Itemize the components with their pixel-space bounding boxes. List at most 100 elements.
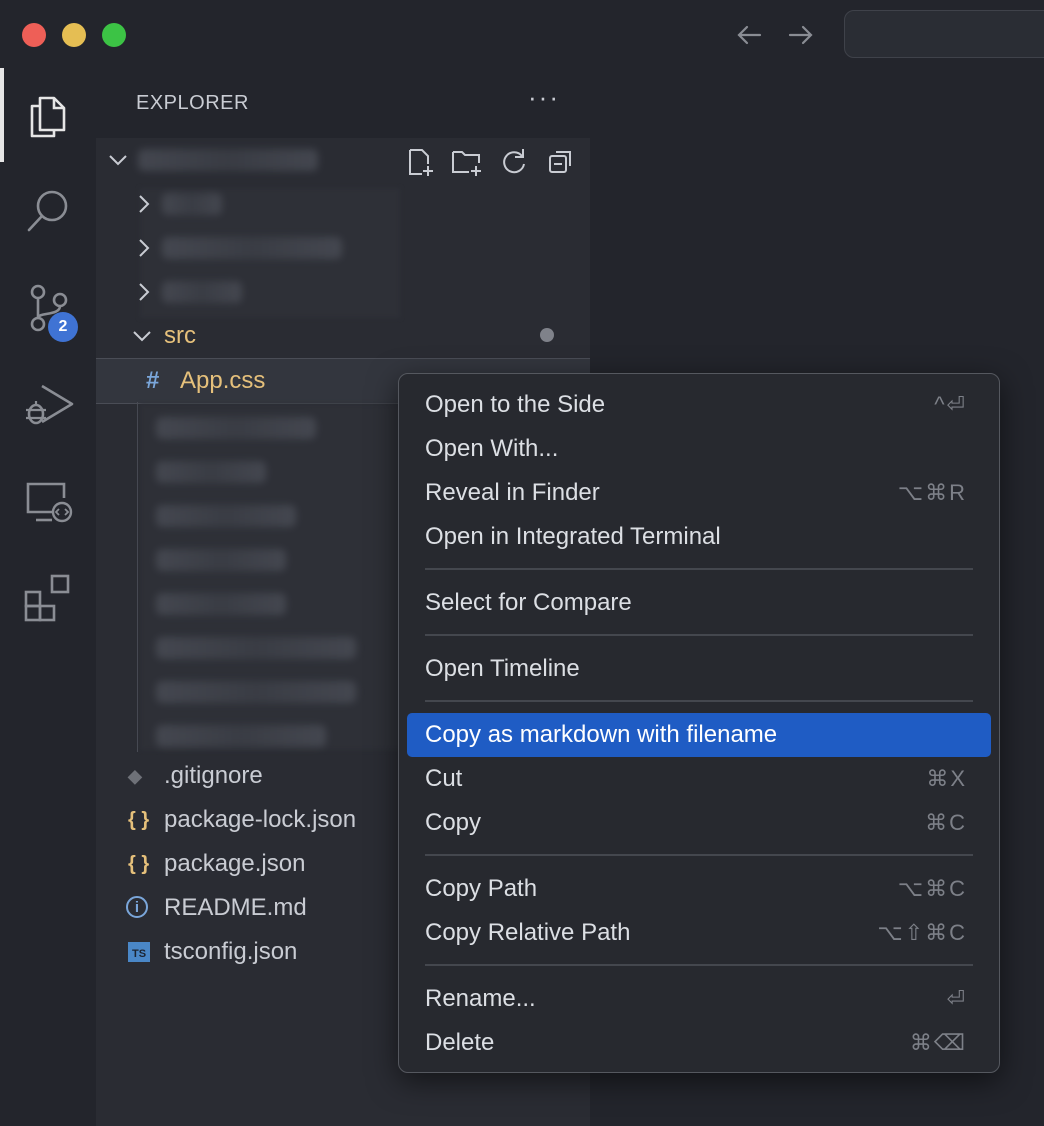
menu-item-label: Rename... [425,985,536,1012]
typescript-icon: TS [128,942,150,962]
json-icon: { } [128,809,150,831]
folder-row[interactable] [96,270,590,314]
chevron-down-icon [133,331,151,342]
run-debug-activity-button[interactable] [0,356,96,446]
menu-separator [425,854,973,856]
search-activity-button[interactable] [0,164,96,254]
file-name-redacted [156,417,316,439]
explorer-title: EXPLORER [136,92,249,114]
file-name-redacted [156,725,326,747]
file-label: tsconfig.json [164,938,298,965]
chevron-right-icon [139,283,150,301]
menu-separator [425,700,973,702]
menu-item-shortcut: ⌘C [925,810,967,835]
menu-item-open-timeline[interactable]: Open Timeline [407,647,991,691]
tree-indent-guide [137,402,138,752]
folder-name-redacted [162,281,242,303]
source-control-badge: 2 [48,312,78,342]
file-name-redacted [156,505,296,527]
menu-item-copy-path[interactable]: Copy Path ⌥⌘C [407,867,991,911]
git-icon: ◆ [128,766,142,786]
menu-item-label: Open With... [425,435,559,462]
menu-item-open-to-side[interactable]: Open to the Side ^⏎ [407,383,991,427]
menu-item-label: Open Timeline [425,655,580,682]
workspace-root-row[interactable] [96,138,590,182]
command-center-search[interactable] [844,10,1044,58]
menu-item-shortcut: ⌥⌘C [897,876,967,901]
file-name-redacted [156,593,286,615]
menu-item-label: Open to the Side [425,391,606,418]
extensions-icon [24,574,70,622]
collapse-all-icon[interactable] [546,146,578,178]
menu-item-reveal-in-finder[interactable]: Reveal in Finder ⌥⌘R [407,471,991,515]
menu-item-rename[interactable]: Rename... ⏎ [407,977,991,1021]
file-label: README.md [164,894,307,921]
folder-row-src[interactable]: src [96,314,590,358]
chevron-down-icon [109,155,127,166]
more-actions-icon[interactable]: ··· [528,82,560,113]
json-icon: { } [128,853,150,875]
menu-item-cut[interactable]: Cut ⌘X [407,757,991,801]
close-window-button[interactable] [22,23,46,47]
activity-bar: 2 [0,68,96,1126]
menu-item-shortcut: ⏎ [946,986,967,1011]
explorer-activity-button[interactable] [0,68,96,162]
menu-item-shortcut: ^⏎ [934,392,967,417]
chevron-right-icon [139,239,150,257]
menu-separator [425,964,973,966]
context-menu: Open to the Side ^⏎ Open With... Reveal … [398,373,1000,1073]
files-icon [30,96,66,138]
menu-item-select-for-compare[interactable]: Select for Compare [407,581,991,625]
search-icon [27,190,68,232]
file-name-redacted [156,549,286,571]
source-control-activity-button[interactable]: 2 [0,260,96,350]
menu-item-shortcut: ⌘⌫ [909,1030,967,1055]
folder-name-redacted [162,193,222,215]
menu-item-label: Copy [425,809,482,836]
menu-item-label: Open in Integrated Terminal [425,523,721,550]
title-bar [0,0,1044,68]
file-label-selected: App.css [180,367,266,394]
menu-item-label: Copy as markdown with filename [425,721,778,748]
folder-row[interactable] [96,182,590,226]
chevron-right-icon [139,195,150,213]
info-icon: i [126,896,148,918]
menu-item-shortcut: ⌘X [926,766,967,791]
back-arrow-icon[interactable] [732,18,766,52]
file-label: package-lock.json [164,806,357,833]
menu-item-copy-relative-path[interactable]: Copy Relative Path ⌥⇧⌘C [407,911,991,955]
refresh-icon[interactable] [498,146,530,178]
menu-item-label: Reveal in Finder [425,479,600,506]
new-folder-icon[interactable] [450,146,484,178]
menu-item-label: Copy Relative Path [425,919,631,946]
menu-item-delete[interactable]: Delete ⌘⌫ [407,1021,991,1065]
menu-item-label: Copy Path [425,875,538,902]
menu-item-copy[interactable]: Copy ⌘C [407,801,991,845]
minimize-window-button[interactable] [62,23,86,47]
explorer-header: EXPLORER ··· [96,68,590,138]
file-name-redacted [156,461,266,483]
modified-dot [540,328,554,342]
menu-item-shortcut: ⌥⇧⌘C [877,920,967,945]
file-name-redacted [156,681,356,703]
folder-row[interactable] [96,226,590,270]
forward-arrow-icon[interactable] [784,18,818,52]
menu-item-shortcut: ⌥⌘R [897,480,967,505]
menu-item-label: Select for Compare [425,589,632,616]
zoom-window-button[interactable] [102,23,126,47]
menu-item-copy-as-markdown[interactable]: Copy as markdown with filename [407,713,991,757]
run-debug-icon [26,384,74,425]
menu-item-label: Delete [425,1029,495,1056]
remote-explorer-activity-button[interactable] [0,452,96,542]
folder-name-redacted [162,237,342,259]
menu-item-open-in-terminal[interactable]: Open in Integrated Terminal [407,515,991,559]
menu-item-open-with[interactable]: Open With... [407,427,991,471]
file-label: package.json [164,850,306,877]
workspace-name-redacted [138,149,318,171]
menu-separator [425,568,973,570]
css-icon: # [146,367,160,394]
menu-separator [425,634,973,636]
extensions-activity-button[interactable] [0,548,96,638]
remote-explorer-icon [26,482,73,523]
new-file-icon[interactable] [404,146,436,178]
